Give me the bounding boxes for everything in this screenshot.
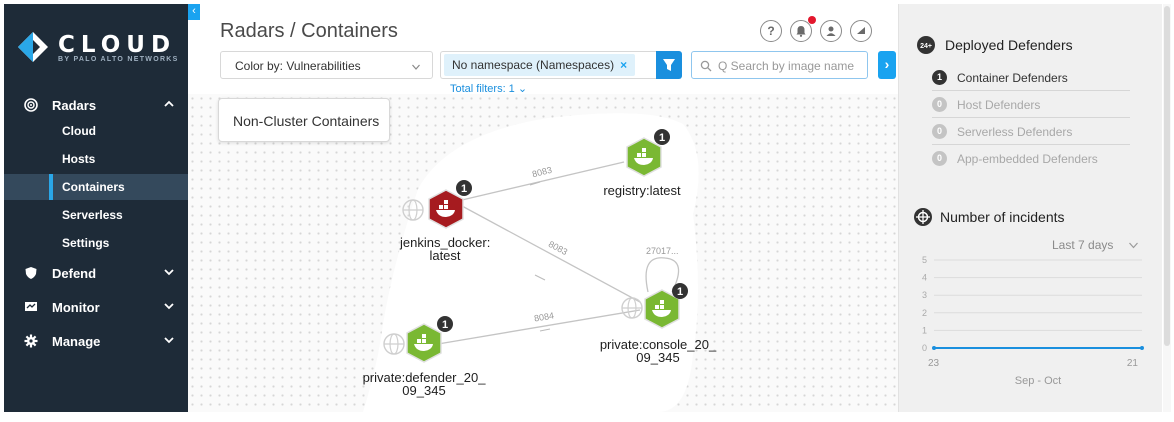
svg-text:24+: 24+ bbox=[920, 43, 932, 50]
node-label: jenkins_docker: latest bbox=[400, 236, 490, 262]
globe-icon bbox=[402, 199, 424, 221]
node-registry[interactable]: 1 bbox=[616, 128, 676, 180]
y-tick-label: 3 bbox=[922, 290, 927, 300]
node-label: private:defender_20_ 09_345 bbox=[356, 371, 492, 397]
deployed-defenders-icon: 24+ bbox=[917, 36, 935, 54]
node-label-line: registry:latest bbox=[603, 183, 681, 198]
x-axis-label: Sep - Oct bbox=[1015, 375, 1061, 387]
x-tick-label: 21 bbox=[1127, 358, 1139, 369]
node-jenkins-docker[interactable]: 1 bbox=[398, 180, 478, 232]
y-tick-label: 2 bbox=[922, 308, 927, 318]
y-tick-label: 4 bbox=[922, 273, 927, 283]
globe-icon bbox=[383, 333, 405, 355]
incidents-title: Number of incidents bbox=[940, 209, 1065, 225]
defender-item-serverless[interactable]: 0 Serverless Defenders bbox=[932, 122, 1132, 142]
defender-label: App-embedded Defenders bbox=[957, 152, 1098, 166]
incidents-icon bbox=[914, 208, 932, 226]
defender-label: Serverless Defenders bbox=[957, 125, 1073, 139]
vulnerability-badge: 1 bbox=[677, 286, 683, 298]
defender-count-badge: 0 bbox=[932, 124, 947, 139]
node-label-line: 09_345 bbox=[636, 350, 680, 365]
non-cluster-containers-group[interactable]: Non-Cluster Containers bbox=[218, 98, 390, 142]
node-label: registry:latest bbox=[597, 184, 687, 197]
chart-point bbox=[932, 346, 936, 350]
edge-port-label: 27017... bbox=[646, 246, 679, 256]
group-label: Non-Cluster Containers bbox=[233, 113, 380, 129]
y-tick-label: 1 bbox=[922, 325, 927, 335]
period-select[interactable]: Last 7 days bbox=[1052, 238, 1113, 252]
node-label-line: 09_345 bbox=[402, 383, 446, 398]
vulnerability-badge: 1 bbox=[461, 183, 467, 195]
y-tick-label: 5 bbox=[922, 255, 927, 265]
divider bbox=[932, 144, 1130, 145]
defender-count-badge: 0 bbox=[932, 97, 947, 112]
deployed-defenders-title: Deployed Defenders bbox=[945, 37, 1073, 53]
scrollbar-thumb[interactable] bbox=[1164, 6, 1170, 346]
defender-label: Container Defenders bbox=[957, 71, 1068, 85]
defender-count-badge: 0 bbox=[932, 151, 947, 166]
node-defender[interactable]: 1 bbox=[380, 314, 460, 366]
defender-item-host[interactable]: 0 Host Defenders bbox=[932, 95, 1132, 115]
vulnerability-badge: 1 bbox=[659, 132, 665, 144]
defender-count-badge: 1 bbox=[932, 70, 947, 85]
node-label-line: latest bbox=[429, 248, 461, 263]
defender-item-app-embedded[interactable]: 0 App-embedded Defenders bbox=[932, 149, 1132, 169]
chevron-down-icon[interactable] bbox=[1129, 242, 1138, 249]
divider bbox=[932, 90, 1130, 91]
app-window: CLOUD BY PALO ALTO NETWORKS Radars Cloud… bbox=[0, 0, 1174, 422]
globe-icon bbox=[621, 297, 643, 319]
incidents-chart: 01234523 21Sep - Oct bbox=[922, 255, 1144, 387]
node-label: private:console_20_ 09_345 bbox=[598, 338, 718, 364]
defender-label: Host Defenders bbox=[957, 98, 1041, 112]
vulnerability-badge: 1 bbox=[442, 319, 448, 331]
defender-item-container[interactable]: 1 Container Defenders bbox=[932, 68, 1132, 88]
node-console[interactable]: 1 bbox=[618, 282, 698, 332]
x-tick-label: 23 bbox=[928, 358, 940, 369]
chart-point bbox=[1140, 346, 1144, 350]
divider bbox=[932, 117, 1130, 118]
y-tick-label: 0 bbox=[922, 343, 927, 353]
